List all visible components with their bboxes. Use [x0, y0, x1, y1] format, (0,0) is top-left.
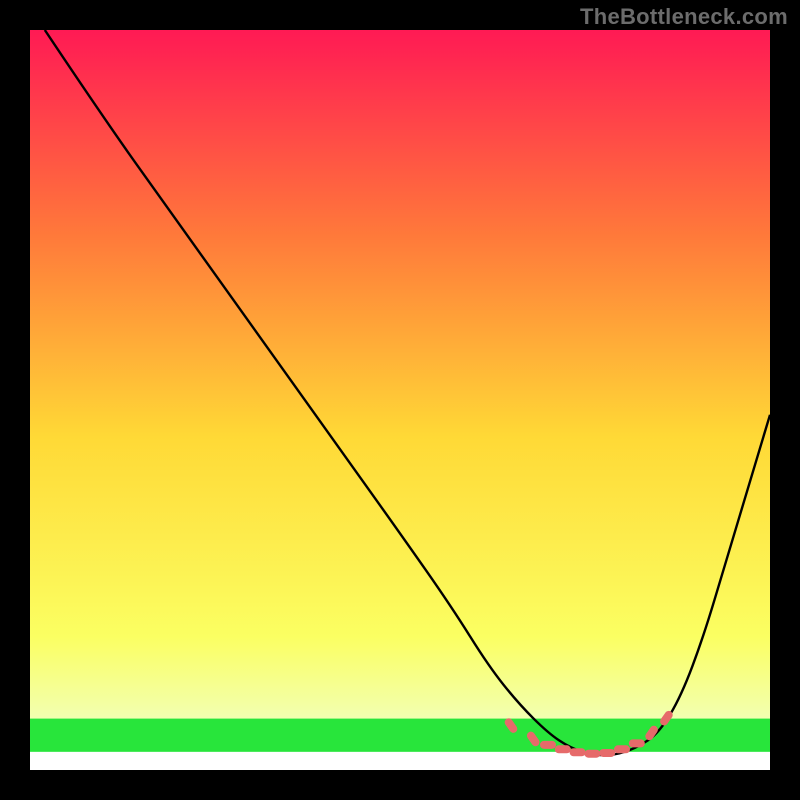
optimal-marker — [629, 739, 645, 747]
optimal-marker — [584, 750, 600, 758]
optimal-marker — [570, 748, 586, 756]
chart-frame: TheBottleneck.com — [0, 0, 800, 800]
optimal-marker — [599, 749, 615, 757]
gradient-background — [30, 30, 770, 770]
optimal-marker — [540, 741, 556, 749]
chart-svg — [30, 30, 770, 770]
optimal-marker — [614, 745, 630, 753]
plot-area — [30, 30, 770, 770]
attribution-text: TheBottleneck.com — [580, 4, 788, 30]
optimal-marker — [555, 745, 571, 753]
